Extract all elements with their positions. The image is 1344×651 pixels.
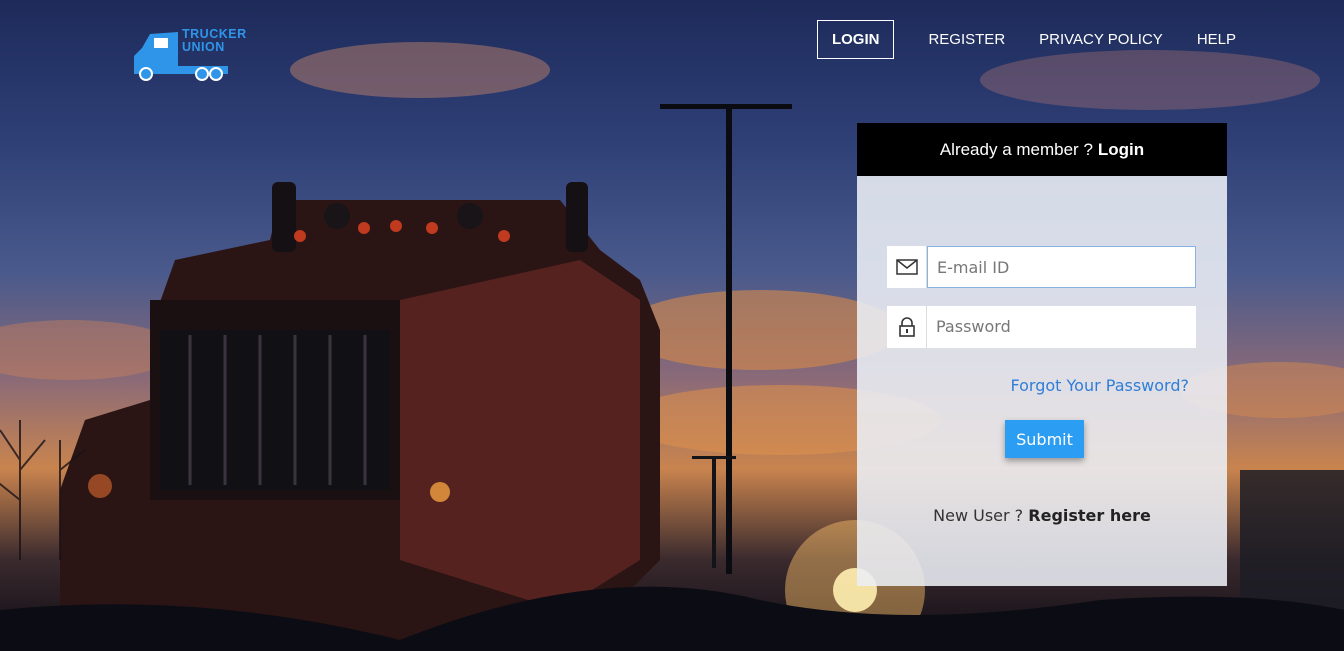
new-user-line: New User ? Register here: [857, 506, 1227, 525]
email-field: [887, 246, 1196, 288]
header-prefix: Already a member ?: [939, 139, 1093, 159]
nav-register[interactable]: REGISTER: [928, 31, 1005, 48]
brand-name: TRUCKER UNION: [182, 28, 247, 54]
trucker-union-logo[interactable]: TRUCKER UNION: [132, 26, 252, 82]
email-input[interactable]: [927, 246, 1196, 288]
new-user-prefix: New User ?: [933, 506, 1024, 525]
register-here-link[interactable]: Register here: [1028, 506, 1151, 525]
nav-help[interactable]: HELP: [1197, 31, 1236, 48]
password-field: [887, 306, 1196, 348]
lock-icon: [887, 306, 927, 348]
top-nav: LOGIN REGISTER PRIVACY POLICY HELP: [816, 20, 1236, 59]
brand-line2: UNION: [182, 40, 225, 54]
login-panel-header: Already a member ? Login: [857, 123, 1227, 176]
forgot-password-link[interactable]: Forgot Your Password?: [1011, 376, 1190, 395]
login-panel: Already a member ? Login Forgot Your Pas…: [857, 123, 1227, 586]
password-input[interactable]: [927, 306, 1196, 346]
nav-privacy-policy[interactable]: PRIVACY POLICY: [1039, 31, 1163, 48]
login-form: Forgot Your Password? Submit New User ? …: [857, 176, 1227, 586]
header-login-text: Login: [1097, 139, 1145, 159]
nav-login[interactable]: LOGIN: [816, 20, 895, 59]
submit-button[interactable]: Submit: [1005, 420, 1084, 458]
envelope-icon: [887, 246, 927, 288]
